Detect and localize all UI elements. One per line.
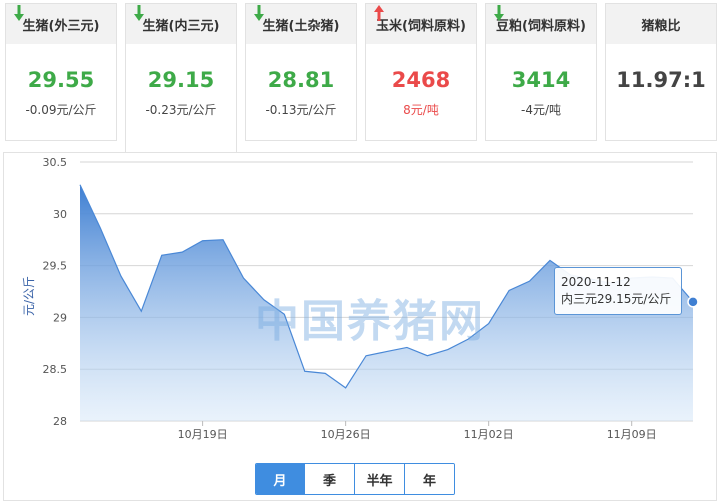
x-tick-label: 10月19日 bbox=[178, 428, 228, 441]
data-points bbox=[687, 296, 699, 308]
tooltip-text: 内三元29.15元/公斤 bbox=[561, 292, 672, 306]
x-tick-label: 10月26日 bbox=[321, 428, 371, 441]
y-tick-label: 28.5 bbox=[43, 363, 68, 376]
y-tick-label: 30 bbox=[53, 208, 67, 221]
period-quarter-button[interactable]: 季 bbox=[304, 464, 354, 494]
x-tick-label: 11月02日 bbox=[464, 428, 514, 441]
x-ticks: 10月19日 10月26日 11月02日 11月09日 bbox=[178, 421, 657, 441]
y-tick-label: 28 bbox=[53, 415, 67, 428]
watermark: 中国养猪网 bbox=[255, 296, 485, 347]
x-tick-label: 11月09日 bbox=[607, 428, 657, 441]
y-tick-label: 29 bbox=[53, 311, 67, 324]
period-halfyear-button[interactable]: 半年 bbox=[354, 464, 404, 494]
chart-tooltip: 2020-11-12 内三元29.15元/公斤 bbox=[554, 267, 682, 315]
price-chart: 28 28.5 29 29.5 30 30.5 10月19日 10月26日 11月02日 11月… bbox=[22, 156, 699, 441]
period-year-button[interactable]: 年 bbox=[404, 464, 454, 494]
period-month-button[interactable]: 月 bbox=[256, 464, 304, 494]
tooltip-date: 2020-11-12 bbox=[561, 275, 631, 289]
y-tick-label: 30.5 bbox=[43, 156, 68, 169]
y-ticks: 28 28.5 29 29.5 30 30.5 bbox=[43, 156, 68, 428]
period-selector: 月 季 半年 年 bbox=[255, 463, 455, 495]
highlight-point[interactable] bbox=[687, 296, 699, 308]
y-tick-label: 29.5 bbox=[43, 260, 68, 273]
y-axis-label: 元/公斤 bbox=[22, 276, 36, 316]
